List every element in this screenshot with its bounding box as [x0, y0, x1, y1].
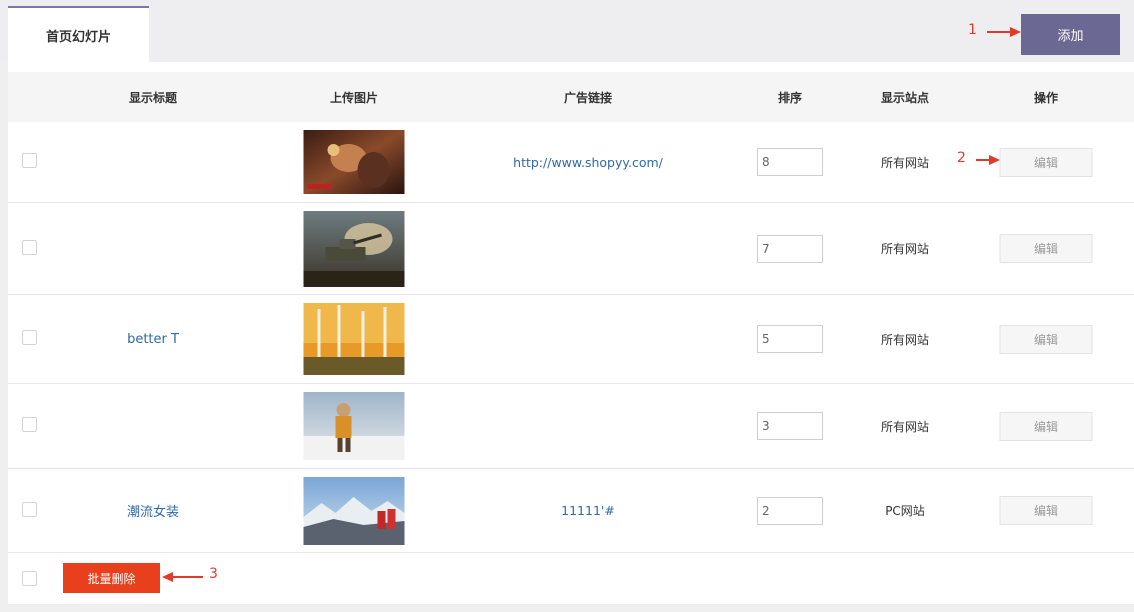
- tab-homepage-slides[interactable]: 首页幻灯片: [8, 6, 149, 62]
- row-sort: [757, 295, 823, 383]
- annotation-2: 2: [957, 150, 966, 166]
- row-image: [303, 203, 405, 294]
- row-actions: 编辑: [999, 384, 1093, 468]
- top-bar: [0, 0, 1134, 62]
- table-row: 所有网站 编辑: [8, 384, 1134, 469]
- add-button[interactable]: 添加: [1021, 14, 1120, 55]
- column-header-image: 上传图片: [329, 90, 379, 105]
- row-site: 所有网站: [880, 242, 930, 256]
- slide-thumbnail: [303, 392, 405, 460]
- row-site: 所有网站: [880, 332, 930, 347]
- row-site: PC网站: [885, 504, 925, 518]
- slide-thumbnail: [303, 476, 405, 545]
- annotation-3: 3: [209, 566, 218, 582]
- row-checkbox[interactable]: [22, 417, 37, 432]
- row-actions: 编辑: [999, 122, 1093, 202]
- sort-input[interactable]: [757, 496, 823, 525]
- row-title-link[interactable]: better T: [127, 295, 179, 383]
- row-sort: [757, 469, 823, 552]
- row-checkbox[interactable]: [22, 330, 37, 345]
- row-site: 所有网站: [880, 155, 930, 170]
- sort-input[interactable]: [757, 412, 823, 440]
- row-checkbox[interactable]: [22, 153, 37, 168]
- slide-thumbnail: [303, 210, 405, 287]
- edit-button[interactable]: 编辑: [999, 496, 1093, 525]
- slide-thumbnail: [303, 303, 405, 375]
- row-ad-link[interactable]: http://www.shopyy.com/: [513, 122, 663, 202]
- annotation-arrow-2: [976, 155, 1000, 165]
- table-row: 所有网站 编辑: [8, 203, 1134, 295]
- row-checkbox[interactable]: [22, 502, 37, 517]
- edit-button[interactable]: 编辑: [999, 147, 1093, 177]
- row-sort: [757, 122, 823, 202]
- row-actions: 编辑: [999, 295, 1093, 383]
- batch-delete-button[interactable]: 批量删除: [63, 563, 160, 593]
- column-header-title: 显示标题: [128, 90, 178, 105]
- table-row: better T 所有网站 编辑: [8, 295, 1134, 384]
- edit-button[interactable]: 编辑: [999, 234, 1093, 263]
- row-image: [303, 122, 405, 202]
- select-all-checkbox[interactable]: [22, 571, 37, 586]
- row-ad-link[interactable]: 11111'#: [561, 469, 615, 552]
- column-header-site: 显示站点: [880, 90, 930, 105]
- table-header: 显示标题 上传图片 广告链接 排序 显示站点 操作: [8, 72, 1134, 122]
- row-site: 所有网站: [880, 419, 930, 434]
- row-checkbox[interactable]: [22, 240, 37, 255]
- slide-thumbnail: [303, 130, 405, 194]
- column-header-sort: 排序: [777, 90, 803, 105]
- annotation-1: 1: [968, 22, 977, 38]
- row-image: [303, 469, 405, 552]
- row-image: [303, 295, 405, 383]
- column-header-actions: 操作: [1033, 90, 1059, 105]
- row-title-link[interactable]: 潮流女装: [127, 469, 179, 552]
- annotation-arrow-3: [162, 572, 203, 582]
- row-actions: 编辑: [999, 469, 1093, 552]
- sort-input[interactable]: [757, 148, 823, 176]
- row-sort: [757, 384, 823, 468]
- row-sort: [757, 203, 823, 294]
- row-image: [303, 384, 405, 468]
- sort-input[interactable]: [757, 325, 823, 353]
- table-row: 潮流女装 11111'# PC网站 编辑: [8, 469, 1134, 553]
- sort-input[interactable]: [757, 234, 823, 263]
- edit-button[interactable]: 编辑: [999, 324, 1093, 354]
- annotation-arrow-1: [987, 27, 1021, 37]
- row-actions: 编辑: [999, 203, 1093, 294]
- column-header-link: 广告链接: [563, 90, 613, 105]
- edit-button[interactable]: 编辑: [999, 411, 1093, 441]
